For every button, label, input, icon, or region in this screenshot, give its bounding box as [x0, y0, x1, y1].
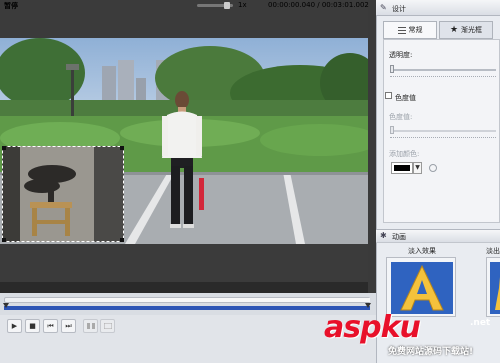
chroma-slider[interactable]	[390, 130, 496, 132]
video-preview[interactable]	[0, 38, 368, 244]
chroma-checkbox[interactable]	[385, 92, 392, 99]
stop-button[interactable]: ■	[25, 319, 40, 333]
running-figure-icon: ✱	[380, 231, 387, 240]
fade-out-thumbnail[interactable]	[486, 257, 500, 317]
watermark-domain: .net	[470, 318, 491, 328]
opacity-slider[interactable]	[390, 69, 496, 71]
next-frame-button[interactable]: ⏭	[61, 319, 76, 333]
timecode: 00:00:00.040 / 00:03:01.002	[268, 1, 369, 9]
play-icon: ▶	[11, 322, 18, 330]
chroma-slider-thumb[interactable]	[390, 126, 394, 134]
fade-in-thumbnail[interactable]	[386, 257, 456, 317]
stop-icon: ■	[29, 322, 36, 330]
fullscreen-button[interactable]	[100, 319, 115, 333]
fullscreen-icon	[103, 323, 112, 329]
list-icon	[397, 26, 406, 34]
bottom-area	[0, 339, 378, 363]
color-swatch-fill	[394, 165, 410, 171]
timeline-start-marker-icon[interactable]	[3, 303, 9, 308]
chroma-scale	[390, 137, 496, 138]
pencil-icon: ✎	[380, 3, 387, 12]
chroma-value-label: 色度值:	[389, 113, 413, 121]
opacity-scale	[390, 76, 496, 77]
tab-gradient-frame[interactable]: ★ 渐光框	[439, 21, 493, 39]
watermark-logo: aspku	[324, 310, 421, 345]
design-title: 设计	[392, 5, 406, 13]
previous-icon: ⏮	[47, 321, 54, 330]
split-button[interactable]	[83, 319, 98, 333]
opacity-label: 透明度:	[389, 51, 413, 59]
letter-a-partial-icon	[487, 258, 500, 316]
timeline-end-marker-icon[interactable]	[365, 303, 371, 308]
color-picker-icon[interactable]	[429, 164, 437, 172]
playback-status: 暂停	[4, 2, 18, 10]
chroma-label: 色度值	[395, 94, 416, 102]
status-bar	[0, 282, 368, 293]
fade-out-label: 淡出	[486, 247, 500, 255]
previous-frame-button[interactable]: ⏮	[43, 319, 58, 333]
color-dropdown-button[interactable]: ▼	[413, 162, 422, 174]
speed-slider-thumb[interactable]	[224, 2, 230, 9]
split-icon	[86, 323, 95, 329]
app-window: 暂停 1x 00:00:00.040 / 00:03:01.002 ▶ ■ ⏮ …	[0, 0, 500, 363]
overlay-clip[interactable]	[2, 146, 124, 242]
color-swatch[interactable]	[391, 162, 413, 174]
next-icon: ⏭	[65, 321, 72, 330]
timeline-selection[interactable]	[40, 298, 370, 302]
timeline-progress-bar[interactable]	[4, 306, 370, 310]
play-button[interactable]: ▶	[7, 319, 22, 333]
add-color-label: 添加颜色:	[389, 150, 420, 158]
preview-bottom-margin	[0, 244, 368, 282]
speed-value: 1x	[238, 1, 247, 9]
animation-title: 动画	[392, 233, 406, 241]
tab-normal[interactable]: 常规	[383, 21, 437, 39]
star-icon: ★	[449, 25, 459, 35]
watermark-tagline: 免费网站源码下载站!	[388, 347, 474, 357]
fade-in-label: 淡入效果	[408, 247, 436, 255]
tab-gradient-label: 渐光框	[461, 26, 483, 34]
opacity-slider-thumb[interactable]	[390, 65, 394, 73]
letter-a-icon	[387, 258, 455, 316]
tab-normal-label: 常规	[408, 26, 423, 34]
